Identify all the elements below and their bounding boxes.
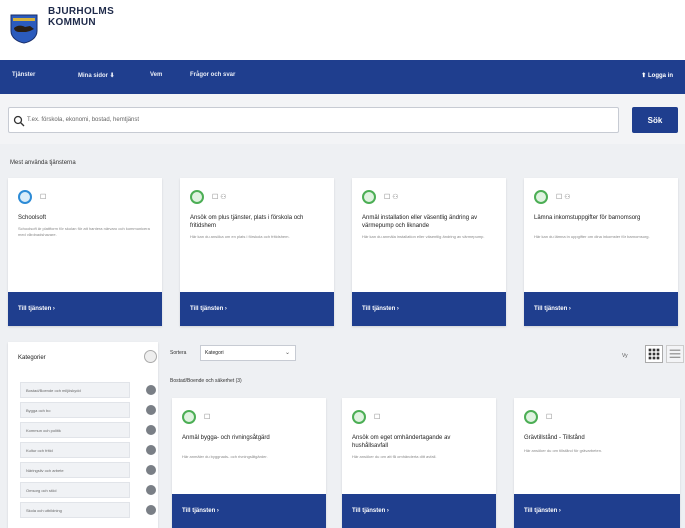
card-description: Här anmäler du byggnads- och rivningsåtg…: [182, 454, 268, 459]
card-link[interactable]: Till tjänsten ›: [342, 494, 496, 528]
service-card[interactable]: ☐ ⚇ Ansök om plus tjänster, plats i förs…: [180, 178, 334, 326]
card-description: Här kan du lämna in uppgifter om dina in…: [534, 234, 650, 239]
service-card[interactable]: ☐ Schoolsoft Schoolsoft är plattform för…: [8, 178, 162, 326]
result-card[interactable]: ☐ Grävtillstånd - Tillstånd Här ansöker …: [514, 398, 680, 528]
site-logo[interactable]: BJURHOLMS KOMMUN: [10, 6, 114, 44]
service-icon: [362, 190, 376, 204]
filter-item[interactable]: Kommun och politik: [20, 422, 130, 438]
device-icon: ☐: [40, 194, 47, 201]
result-card[interactable]: ☐ Ansök om eget omhändertagande av hushå…: [342, 398, 496, 528]
sort-value: Kategori: [205, 350, 224, 356]
filter-toggle-icon[interactable]: [146, 405, 156, 415]
filter-item[interactable]: Bostad/Boende och miljöskydd: [20, 382, 130, 398]
device-person-icon: ☐ ⚇: [212, 194, 227, 201]
filter-toggle-icon[interactable]: [146, 505, 156, 515]
service-icon: [190, 190, 204, 204]
filter-toggle-icon[interactable]: [146, 445, 156, 455]
filter-title: Kategorier: [18, 355, 46, 361]
filter-item[interactable]: Omsorg och stöd: [20, 482, 130, 498]
sort-label: Sortera: [170, 350, 187, 356]
card-link[interactable]: Till tjänsten ›: [352, 292, 506, 326]
card-link[interactable]: Till tjänsten ›: [514, 494, 680, 528]
nav-item-my-pages[interactable]: Mina sidor ⬇: [78, 72, 115, 79]
service-icon: [352, 410, 366, 424]
filter-item[interactable]: Skola och utbildning: [20, 502, 130, 518]
card-link[interactable]: Till tjänsten ›: [8, 292, 162, 326]
login-link[interactable]: ⬆ Logga in: [641, 72, 673, 79]
search-placeholder: T.ex. förskola, ekonomi, bostad, hemtjän…: [27, 117, 140, 123]
filter-toggle-icon[interactable]: [146, 425, 156, 435]
list-icon: [669, 349, 681, 358]
coat-of-arms-icon: [10, 14, 38, 44]
search-button[interactable]: Sök: [632, 107, 678, 133]
card-description: Här kan du ansöka om en plats i förskola…: [190, 234, 290, 239]
filter-item[interactable]: Kultur och fritid: [20, 442, 130, 458]
card-title[interactable]: Anmäl installation eller väsentlig ändri…: [362, 214, 496, 230]
card-title[interactable]: Anmäl bygga- och rivningsåtgärd: [182, 434, 316, 442]
device-icon: ☐: [546, 414, 553, 421]
filter-item[interactable]: Näringsliv och arbete: [20, 462, 130, 478]
view-label: Vy: [622, 353, 628, 359]
search-input[interactable]: T.ex. förskola, ekonomi, bostad, hemtjän…: [8, 107, 619, 133]
card-link[interactable]: Till tjänsten ›: [180, 292, 334, 326]
filter-toggle-icon[interactable]: [146, 465, 156, 475]
sort-select[interactable]: Kategori ⌄: [200, 345, 296, 361]
brand-line1: BJURHOLMS: [48, 6, 115, 17]
card-link[interactable]: Till tjänsten ›: [172, 494, 326, 528]
service-icon: [534, 190, 548, 204]
card-title[interactable]: Ansök om eget omhändertagande av hushåll…: [352, 434, 486, 450]
card-title[interactable]: Lämna inkomstuppgifter för barnomsorg: [534, 214, 668, 222]
brand-line2: KOMMUN: [48, 17, 96, 28]
brand-text: BJURHOLMS KOMMUN: [48, 6, 114, 28]
active-filter-label: Bostad/Boende och säkerhet (3): [170, 378, 242, 384]
nav-item-services[interactable]: Tjänster: [12, 72, 35, 78]
service-card[interactable]: ☐ ⚇ Anmäl installation eller väsentlig ä…: [352, 178, 506, 326]
card-link[interactable]: Till tjänsten ›: [524, 292, 678, 326]
smiley-icon: [18, 190, 32, 204]
card-description: Här ansöker du om att få omhänderta ditt…: [352, 454, 437, 459]
popular-services-title: Mest använda tjänsterna: [10, 160, 76, 166]
search-icon: [13, 115, 25, 127]
service-icon: [524, 410, 538, 424]
site-header: BJURHOLMS KOMMUN: [0, 0, 685, 60]
device-icon: ☐: [204, 414, 211, 421]
device-person-icon: ☐ ⚇: [556, 194, 571, 201]
grid-view-button[interactable]: [645, 345, 663, 363]
result-card[interactable]: ☐ Anmäl bygga- och rivningsåtgärd Här an…: [172, 398, 326, 528]
service-icon: [182, 410, 196, 424]
filter-toggle-icon[interactable]: [146, 385, 156, 395]
list-view-button[interactable]: [666, 345, 684, 363]
service-card[interactable]: ☐ ⚇ Lämna inkomstuppgifter för barnomsor…: [524, 178, 678, 326]
clear-filter-icon[interactable]: [144, 350, 157, 363]
nav-item-faq[interactable]: Frågor och svar: [190, 72, 235, 78]
card-title[interactable]: Schoolsoft: [18, 214, 152, 222]
card-title[interactable]: Grävtillstånd - Tillstånd: [524, 434, 670, 442]
main-nav: Tjänster Mina sidor ⬇ Vem Frågor och sva…: [0, 60, 685, 94]
category-filter-panel: Kategorier Bostad/Boende och miljöskydd …: [8, 342, 158, 528]
filter-toggle-icon[interactable]: [146, 485, 156, 495]
chevron-down-icon: ⌄: [284, 350, 290, 356]
grid-icon: [648, 348, 660, 360]
card-description: Schoolsoft är plattform för skolan för a…: [18, 226, 150, 237]
card-title[interactable]: Ansök om plus tjänster, plats i förskola…: [190, 214, 324, 230]
filter-item[interactable]: Bygga och bo: [20, 402, 130, 418]
card-description: Här ansöker du om tillstånd för grävarbe…: [524, 448, 603, 453]
device-icon: ☐: [374, 414, 381, 421]
nav-item-who[interactable]: Vem: [150, 72, 162, 78]
card-description: Här kan du anmäla installation eller väs…: [362, 234, 485, 239]
device-person-icon: ☐ ⚇: [384, 194, 399, 201]
